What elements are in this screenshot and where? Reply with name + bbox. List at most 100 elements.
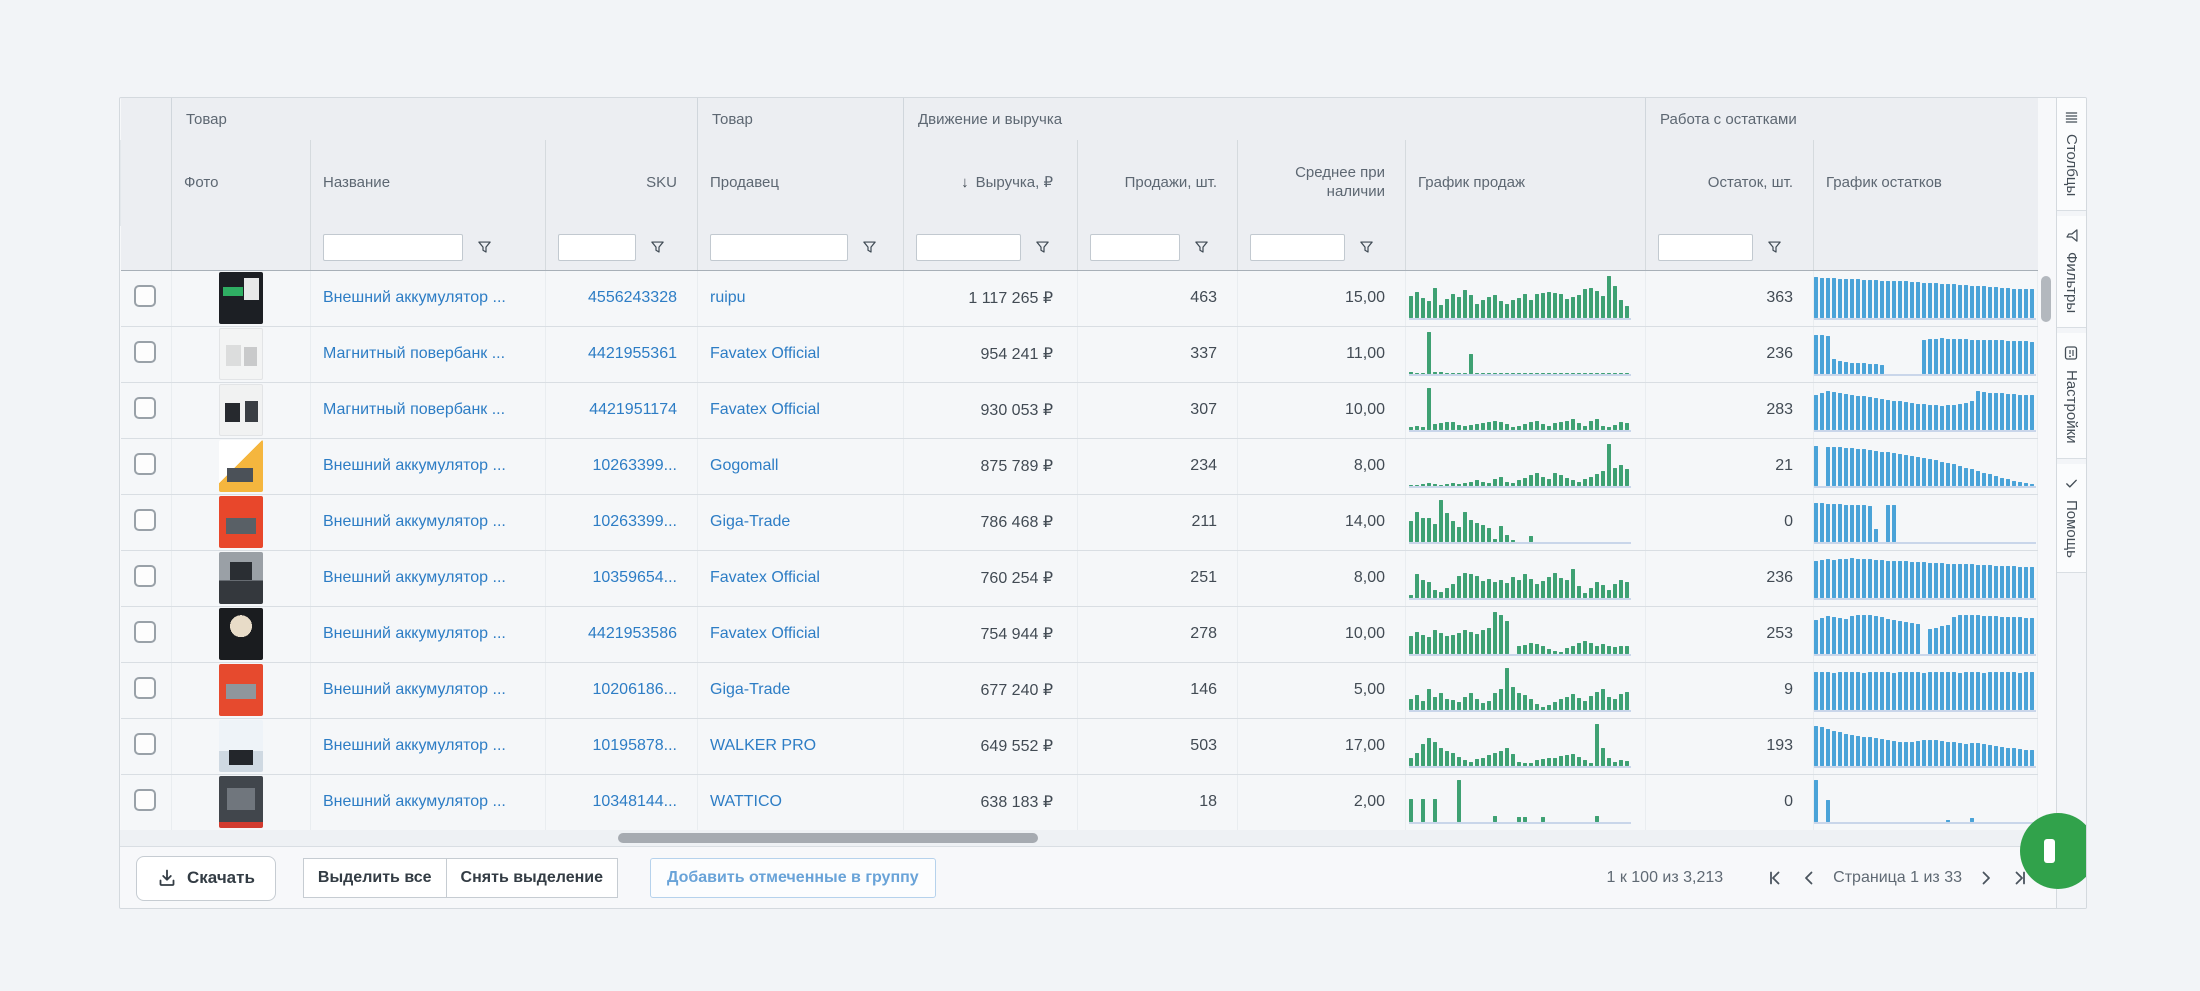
stock-value-cell: 253 <box>1646 606 1814 662</box>
prev-page-button[interactable] <box>1799 868 1819 888</box>
vertical-scrollbar-thumb[interactable] <box>2041 276 2051 322</box>
horizontal-scrollbar[interactable] <box>120 830 2037 846</box>
product-photo[interactable] <box>219 328 263 380</box>
seller-link[interactable]: ruipu <box>710 289 746 306</box>
seller-link[interactable]: Gogomall <box>710 457 778 474</box>
product-name-link[interactable]: Внешний аккумулятор ... <box>323 289 506 306</box>
product-sku-link[interactable]: 4421955361 <box>588 345 677 362</box>
product-sku-link[interactable]: 10263399... <box>592 457 677 474</box>
product-photo[interactable] <box>219 720 263 772</box>
columns-icon <box>2063 110 2080 125</box>
seller-filter-funnel-icon[interactable] <box>862 240 877 255</box>
filter-cell-empty <box>172 226 311 270</box>
product-sku-link[interactable]: 10195878... <box>592 737 677 754</box>
product-sku-link[interactable]: 10348144... <box>592 793 677 810</box>
add-to-group-button[interactable]: Добавить отмеченные в группу <box>650 858 936 898</box>
vertical-scrollbar[interactable] <box>2037 270 2056 830</box>
seller-link[interactable]: Favatex Official <box>710 625 820 642</box>
column-header-stock[interactable]: Остаток, шт. <box>1646 140 1814 226</box>
avg-in-stock-value-cell: 15,00 <box>1238 270 1406 326</box>
row-checkbox-cell <box>121 606 172 662</box>
seller-link[interactable]: Favatex Official <box>710 401 820 418</box>
product-sku-cell: 10359654... <box>546 550 698 606</box>
column-header-sku[interactable]: SKU <box>546 140 698 226</box>
avg-in-stock-value-cell: 14,00 <box>1238 494 1406 550</box>
row-checkbox[interactable] <box>134 285 156 307</box>
seller-filter-input[interactable] <box>710 234 848 261</box>
sku-filter-funnel-icon[interactable] <box>650 240 665 255</box>
name-filter-input[interactable] <box>323 234 463 261</box>
row-checkbox[interactable] <box>134 677 156 699</box>
row-checkbox[interactable] <box>134 621 156 643</box>
avg-filter-funnel-icon[interactable] <box>1359 240 1374 255</box>
column-header-revenue[interactable]: ↓Выручка, ₽ <box>904 140 1078 226</box>
seller-link[interactable]: WALKER PRO <box>710 737 816 754</box>
side-tab-label: Помощь <box>2063 500 2080 558</box>
column-header-photo-label: Фото <box>184 174 218 191</box>
product-sku-link[interactable]: 10359654... <box>592 569 677 586</box>
seller-link[interactable]: Giga-Trade <box>710 681 790 698</box>
side-tab-columns[interactable]: Столбцы <box>2057 98 2086 211</box>
product-sku-link[interactable]: 10206186... <box>592 681 677 698</box>
product-name-link[interactable]: Внешний аккумулятор ... <box>323 737 506 754</box>
column-header-name[interactable]: Название <box>311 140 546 226</box>
product-name-link[interactable]: Внешний аккумулятор ... <box>323 681 506 698</box>
sales-filter-funnel-icon[interactable] <box>1194 240 1209 255</box>
table-row: Магнитный повербанк ... 4421951174 Favatex… <box>121 382 2038 438</box>
row-checkbox[interactable] <box>134 789 156 811</box>
next-page-button[interactable] <box>1976 868 1996 888</box>
side-tab-settings[interactable]: Настройки <box>2057 333 2086 459</box>
product-name-link[interactable]: Внешний аккумулятор ... <box>323 513 506 530</box>
product-photo[interactable] <box>219 776 263 828</box>
product-sku-link[interactable]: 4556243328 <box>588 289 677 306</box>
products-table: ТоварТоварДвижение и выручкаРабота с ост… <box>120 98 2038 831</box>
sku-filter-input[interactable] <box>558 234 636 261</box>
select-all-button[interactable]: Выделить все <box>303 858 447 898</box>
product-name-link[interactable]: Внешний аккумулятор ... <box>323 457 506 474</box>
column-header-sales[interactable]: Продажи, шт. <box>1078 140 1238 226</box>
row-checkbox[interactable] <box>134 565 156 587</box>
seller-link[interactable]: WATTICO <box>710 793 782 810</box>
product-photo[interactable] <box>219 496 263 548</box>
product-photo-cell <box>172 382 311 438</box>
product-sku-link[interactable]: 10263399... <box>592 513 677 530</box>
product-photo[interactable] <box>219 664 263 716</box>
stock-filter-input[interactable] <box>1658 234 1753 261</box>
row-checkbox[interactable] <box>134 509 156 531</box>
first-page-button[interactable] <box>1765 868 1785 888</box>
name-filter-funnel-icon[interactable] <box>477 240 492 255</box>
avg-filter-input[interactable] <box>1250 234 1345 261</box>
column-header-seller[interactable]: Продавец <box>698 140 904 226</box>
chat-fab-button[interactable] <box>2020 813 2087 889</box>
seller-link[interactable]: Favatex Official <box>710 345 820 362</box>
row-checkbox[interactable] <box>134 453 156 475</box>
product-name-link[interactable]: Магнитный повербанк ... <box>323 345 505 362</box>
product-name-link[interactable]: Внешний аккумулятор ... <box>323 793 506 810</box>
row-checkbox[interactable] <box>134 397 156 419</box>
product-sku-link[interactable]: 4421951174 <box>589 401 677 418</box>
stock-filter-funnel-icon[interactable] <box>1767 240 1782 255</box>
product-photo[interactable] <box>219 552 263 604</box>
product-name-link[interactable]: Внешний аккумулятор ... <box>323 625 506 642</box>
seller-link[interactable]: Favatex Official <box>710 569 820 586</box>
seller-link[interactable]: Giga-Trade <box>710 513 790 530</box>
horizontal-scrollbar-thumb[interactable] <box>618 833 1038 843</box>
product-photo[interactable] <box>219 608 263 660</box>
revenue-value-cell: 786 468 ₽ <box>904 494 1078 550</box>
side-tab-help[interactable]: Помощь <box>2057 464 2086 573</box>
product-sku-link[interactable]: 4421953586 <box>588 625 677 642</box>
product-name-link[interactable]: Внешний аккумулятор ... <box>323 569 506 586</box>
revenue-filter-input[interactable] <box>916 234 1021 261</box>
product-photo[interactable] <box>219 440 263 492</box>
product-photo[interactable] <box>219 272 263 324</box>
product-photo[interactable] <box>219 384 263 436</box>
revenue-filter-funnel-icon[interactable] <box>1035 240 1050 255</box>
clear-selection-button[interactable]: Снять выделение <box>447 858 618 898</box>
product-name-link[interactable]: Магнитный повербанк ... <box>323 401 505 418</box>
sales-filter-input[interactable] <box>1090 234 1180 261</box>
row-checkbox[interactable] <box>134 733 156 755</box>
row-checkbox[interactable] <box>134 341 156 363</box>
download-button[interactable]: Скачать <box>136 856 276 901</box>
column-header-avg[interactable]: Среднее при наличии <box>1238 140 1406 226</box>
side-tab-filters[interactable]: Фильтры <box>2057 216 2086 328</box>
